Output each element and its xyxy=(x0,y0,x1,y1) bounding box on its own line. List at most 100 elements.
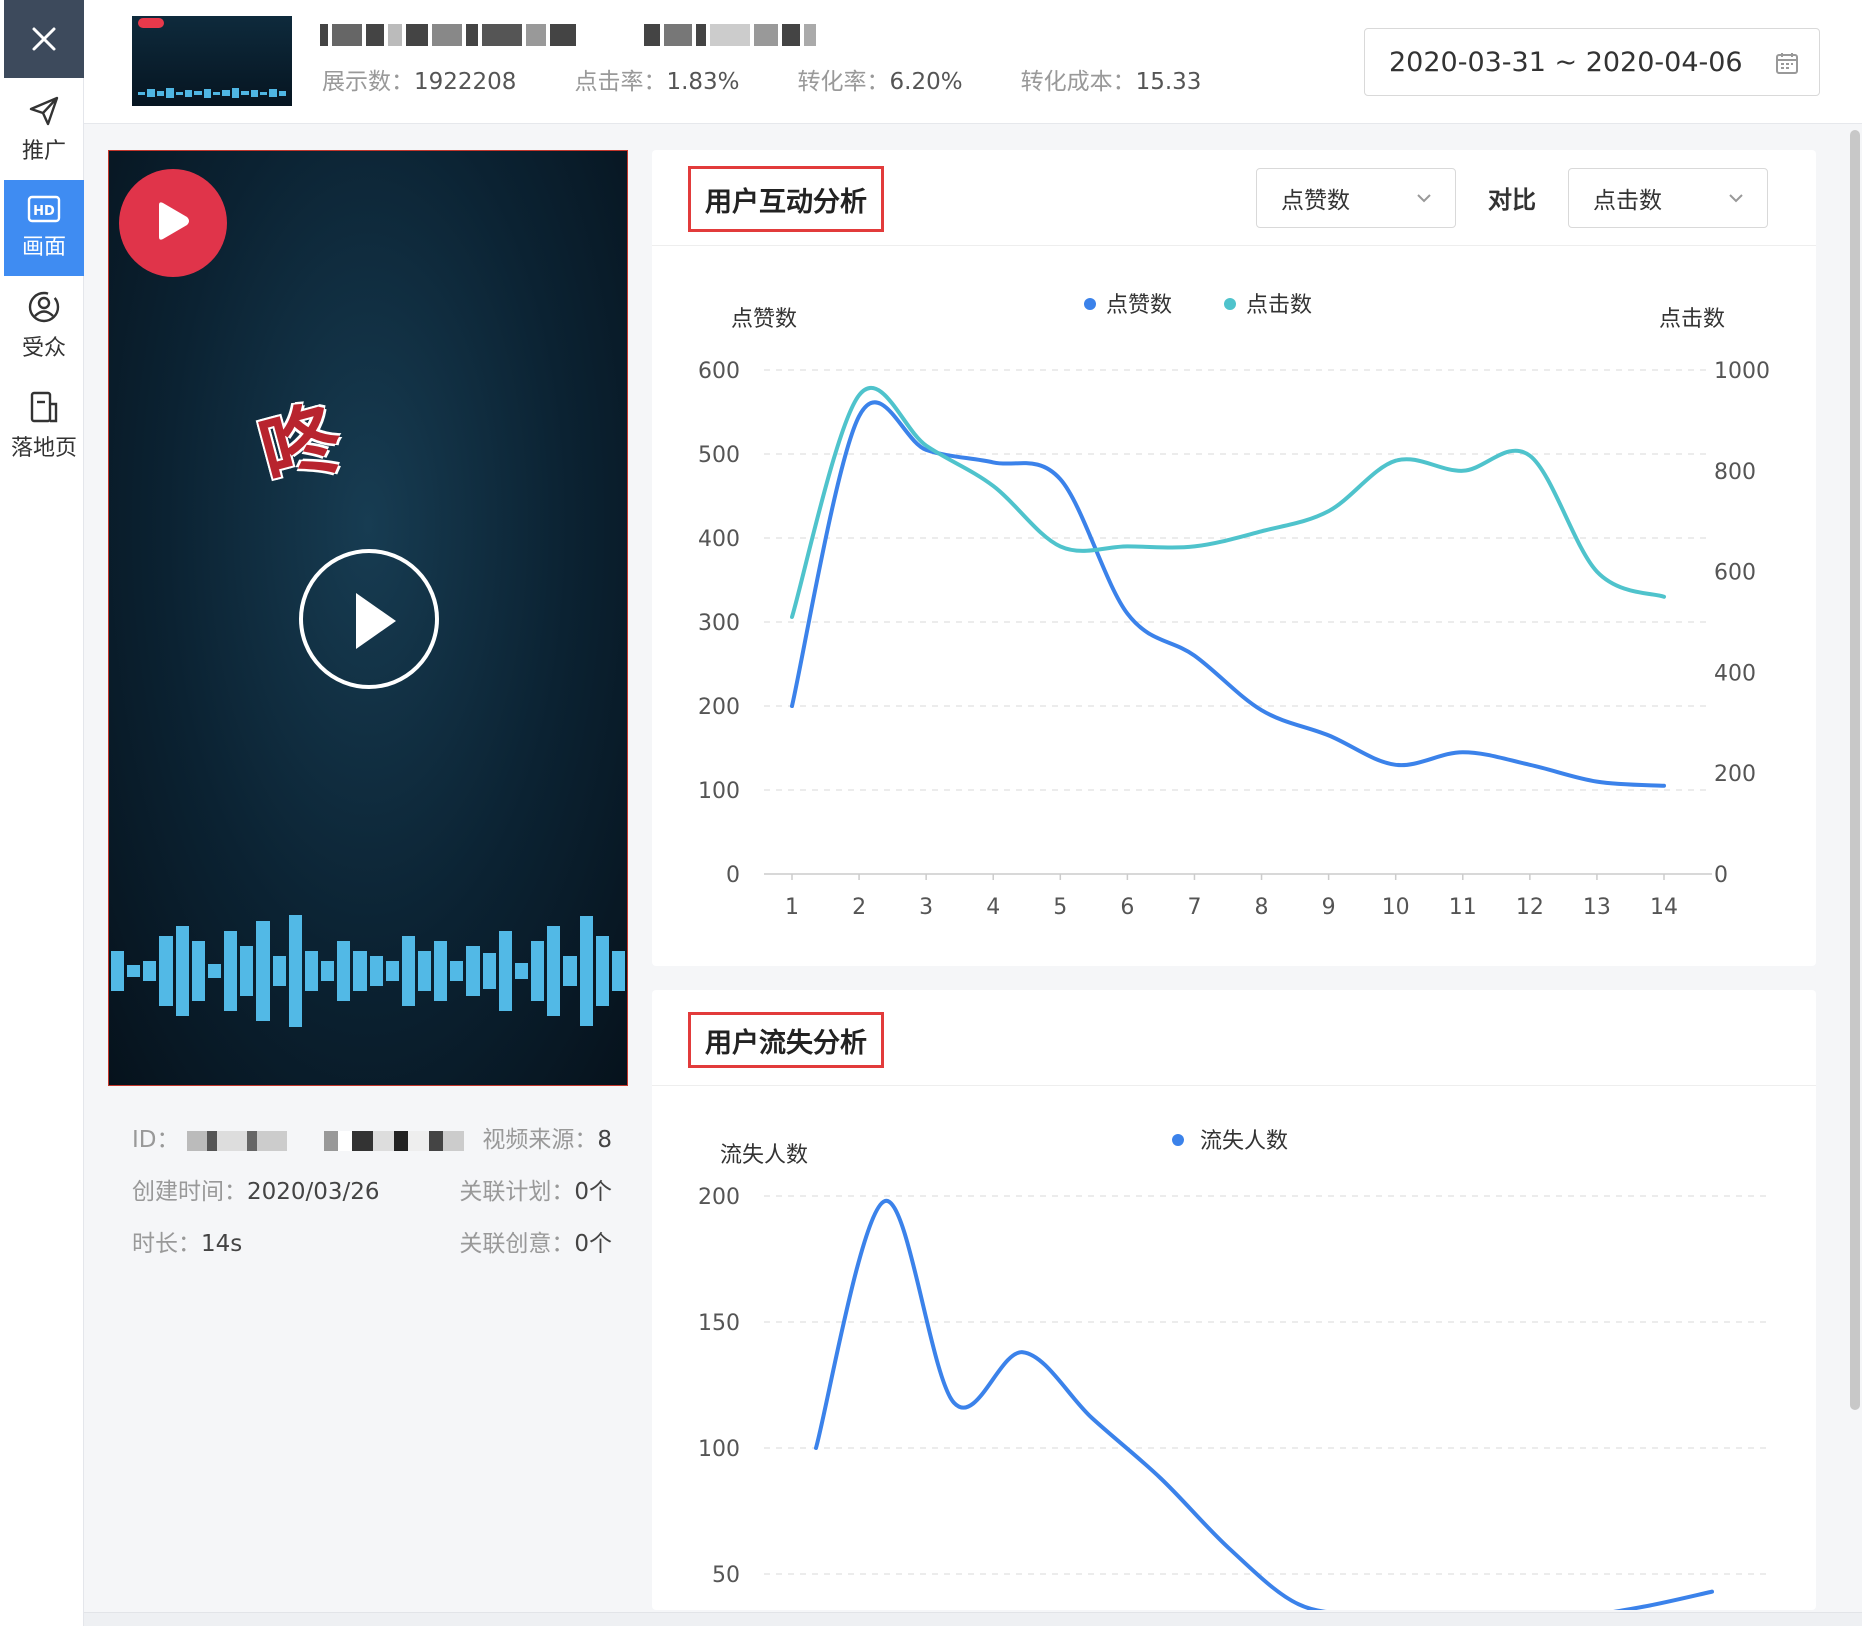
app-root: 推广 HD 画面 受众 落地页 展示数：1922208 点击率：1.83% 转化… xyxy=(0,0,1862,1626)
select-value: 点击数 xyxy=(1593,188,1662,214)
metric-label: 转化率： xyxy=(797,69,890,95)
legend-label: 点赞数 xyxy=(1106,293,1172,318)
sidebar-item-label: 受众 xyxy=(21,336,66,361)
creative-info: 关联创意：0个 xyxy=(459,1224,612,1258)
y-right-tick-label: 1000 xyxy=(1714,359,1770,384)
y-right-axis-label: 点击数 xyxy=(1659,307,1725,332)
y-left-tick-label: 0 xyxy=(726,863,740,888)
metric-value: 1.83% xyxy=(666,69,740,95)
y-left-tick-label: 600 xyxy=(698,359,740,384)
sidebar-item-landing-page[interactable]: 落地页 xyxy=(4,378,84,474)
y-axis-label: 流失人数 xyxy=(720,1143,808,1168)
audio-waveform xyxy=(109,911,627,1031)
y-left-tick-label: 400 xyxy=(698,527,740,552)
x-tick-label: 12 xyxy=(1516,895,1544,920)
metric-select-compare[interactable]: 点击数 xyxy=(1568,168,1768,228)
y-left-tick-label: 100 xyxy=(698,779,740,804)
creative-label: 关联创意： xyxy=(459,1231,575,1257)
sidebar-item-creative[interactable]: HD 画面 xyxy=(4,180,84,276)
sidebar-item-label: 推广 xyxy=(21,139,66,164)
plan-info: 关联计划：0个 xyxy=(459,1172,612,1206)
thumbnail-logo xyxy=(138,18,164,28)
logo-play-icon xyxy=(159,202,189,240)
y-right-tick-label: 0 xyxy=(1714,863,1728,888)
sidebar-item-audience[interactable]: 受众 xyxy=(4,278,84,374)
compare-label: 对比 xyxy=(1488,186,1536,214)
metric-label: 点击率： xyxy=(574,69,667,95)
y-left-axis-label: 点赞数 xyxy=(731,307,797,332)
video-thumbnail[interactable] xyxy=(132,16,292,106)
y-right-tick-label: 200 xyxy=(1714,762,1756,787)
legend-marker xyxy=(1084,298,1096,310)
metric-cost: 转化成本：15.33 xyxy=(1021,62,1202,96)
play-icon xyxy=(356,593,396,649)
duration-value: 14s xyxy=(201,1231,243,1257)
duration-label: 时长： xyxy=(132,1231,201,1257)
close-icon xyxy=(32,27,56,51)
info-row-created: 创建时间：2020/03/26 关联计划：0个 xyxy=(132,1172,612,1212)
interaction-analysis-card: 用户互动分析 点赞数 对比 点击数 0 100 200 300 400 500 600 0 20… xyxy=(652,150,1816,966)
x-tick-label: 1 xyxy=(785,895,799,920)
x-tick-label: 11 xyxy=(1449,895,1477,920)
card-title: 用户流失分析 xyxy=(688,1012,884,1068)
legend-marker xyxy=(1224,298,1236,310)
created-label: 创建时间： xyxy=(132,1179,247,1205)
metric-cvr: 转化率：6.20% xyxy=(798,62,963,96)
y-right-tick-label: 400 xyxy=(1714,661,1756,686)
sidebar-item-label: 落地页 xyxy=(10,436,77,461)
play-button[interactable] xyxy=(299,549,439,689)
churn-analysis-card: 用户流失分析 50 100 150 200 流失人数 流失人数 xyxy=(652,990,1816,1610)
select-value: 点赞数 xyxy=(1281,188,1350,214)
x-tick-label: 9 xyxy=(1322,895,1336,920)
metric-impressions: 展示数：1922208 xyxy=(322,62,516,96)
x-tick-label: 13 xyxy=(1583,895,1611,920)
card-header: 用户互动分析 点赞数 对比 点击数 xyxy=(652,150,1816,246)
horizontal-scrollbar[interactable] xyxy=(84,1612,1862,1626)
x-tick-label: 2 xyxy=(852,895,866,920)
app-logo xyxy=(119,169,227,277)
vertical-scrollbar[interactable] xyxy=(1850,130,1862,1410)
video-player[interactable]: 咚 xyxy=(108,150,628,1086)
id-value-redacted-2 xyxy=(324,1130,465,1151)
x-tick-label: 8 xyxy=(1255,895,1269,920)
metric-ctr: 点击率：1.83% xyxy=(574,62,739,96)
metric-label: 转化成本： xyxy=(1020,69,1136,95)
y-left-tick-label: 300 xyxy=(698,611,740,636)
y-tick-label: 200 xyxy=(698,1185,740,1210)
date-range-value: 2020-03-31 ~ 2020-04-06 xyxy=(1389,46,1743,78)
header: 展示数：1922208 点击率：1.83% 转化率：6.20% 转化成本：15.… xyxy=(84,0,1862,124)
scroll-thumb[interactable] xyxy=(1850,130,1860,1410)
video-title-redacted xyxy=(320,22,820,48)
thumbnail-waveform xyxy=(138,88,286,98)
date-range-picker[interactable]: 2020-03-31 ~ 2020-04-06 xyxy=(1364,28,1820,96)
plan-label: 关联计划： xyxy=(459,1179,575,1205)
id-label: ID： xyxy=(132,1127,180,1153)
y-left-tick-label: 500 xyxy=(698,443,740,468)
metric-label: 展示数： xyxy=(322,69,414,95)
send-icon xyxy=(29,96,59,126)
svg-text:HD: HD xyxy=(33,204,55,219)
series-line xyxy=(814,1199,1714,1610)
metric-select-primary[interactable]: 点赞数 xyxy=(1256,168,1456,228)
audience-icon xyxy=(28,291,60,323)
legend-label: 点击数 xyxy=(1246,293,1312,318)
metric-value: 15.33 xyxy=(1135,69,1202,95)
hd-icon: HD xyxy=(27,195,61,223)
churn-chart: 50100150200流失人数流失人数 xyxy=(698,1129,1772,1610)
close-button[interactable] xyxy=(4,0,84,78)
sidebar: 推广 HD 画面 受众 落地页 xyxy=(0,0,84,1626)
info-row-duration: 时长：14s 关联创意：0个 xyxy=(132,1224,612,1264)
landing-page-icon xyxy=(30,391,58,423)
video-overlay-text: 咚 xyxy=(249,389,352,501)
id-value-redacted xyxy=(186,1130,287,1151)
x-tick-label: 3 xyxy=(919,895,933,920)
plan-value: 0个 xyxy=(574,1179,612,1205)
sidebar-item-promotion[interactable]: 推广 xyxy=(4,82,84,178)
y-tick-label: 100 xyxy=(698,1437,740,1462)
y-right-tick-label: 600 xyxy=(1714,561,1756,586)
created-value: 2020/03/26 xyxy=(247,1179,380,1205)
x-tick-label: 6 xyxy=(1120,895,1134,920)
legend-label: 流失人数 xyxy=(1200,1129,1288,1154)
metric-value: 1922208 xyxy=(414,69,517,95)
x-tick-label: 4 xyxy=(986,895,1000,920)
